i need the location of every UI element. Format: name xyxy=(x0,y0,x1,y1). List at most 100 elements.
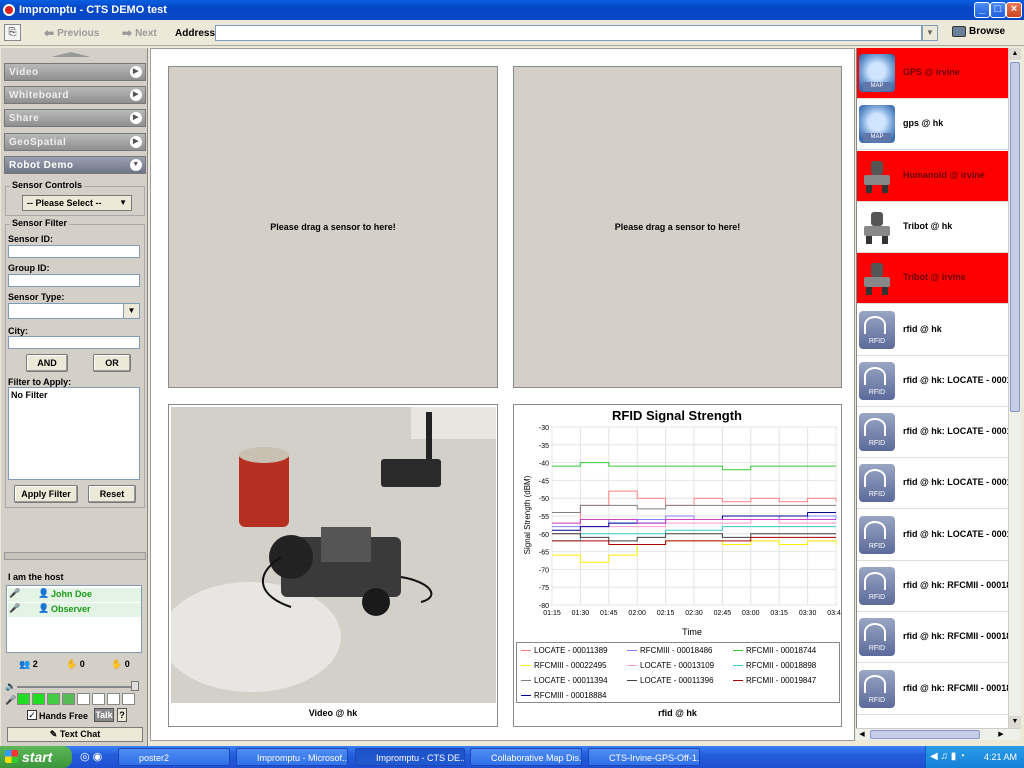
sensor-filter-legend: Sensor Filter xyxy=(10,218,70,228)
close-icon[interactable]: × xyxy=(1006,2,1022,18)
filter-to-apply-label: Filter to Apply: xyxy=(8,377,72,387)
scroll-thumb[interactable] xyxy=(1010,62,1020,412)
sensor-list-item[interactable]: RFID rfid @ hk: RFCMII - 000184 xyxy=(857,561,1008,612)
browse-button[interactable]: Browse xyxy=(952,26,1005,37)
sensor-type-select[interactable]: ▼ xyxy=(8,303,140,319)
sensor-drop-zone-2[interactable]: Please drag a sensor to here! xyxy=(513,66,842,388)
sensor-id-field[interactable] xyxy=(8,245,140,258)
legend-label: RFCMII - 00019847 xyxy=(746,676,817,685)
hscroll-thumb[interactable] xyxy=(870,730,980,739)
maximize-icon[interactable]: □ xyxy=(990,2,1006,18)
sensor-list-item[interactable]: RFID rfid @ hk: LOCATE - 00013 xyxy=(857,510,1008,561)
legend-swatch xyxy=(521,650,531,652)
legend-item: RFCMII - 00019847 xyxy=(733,676,816,685)
legend-swatch xyxy=(627,650,637,652)
previous-icon: ⬅ xyxy=(44,26,55,40)
speaker-icon: 🔈 xyxy=(5,681,17,691)
video-feed[interactable] xyxy=(171,407,496,703)
filter-textarea[interactable]: No Filter xyxy=(8,387,140,480)
participant-row[interactable]: 🎤 👤 John Doe xyxy=(8,588,141,602)
text-chat-button[interactable]: ✎ Text Chat xyxy=(7,727,143,742)
sensor-list-label: GPS @ irvine xyxy=(903,67,960,77)
chevron-right-icon: ▶ xyxy=(130,89,142,101)
hands-free-label: Hands Free xyxy=(39,711,89,721)
sensor-controls-group: Sensor Controls -- Please Select -- ▼ xyxy=(5,180,145,216)
drop-zone-message: Please drag a sensor to here! xyxy=(614,222,741,232)
sensor-list-item[interactable]: RFID rfid @ hk: LOCATE - 00011 xyxy=(857,407,1008,459)
start-label: start xyxy=(22,749,53,765)
level-meter xyxy=(17,693,135,705)
scroll-right-icon[interactable]: ▶ xyxy=(996,730,1006,740)
chevron-down-icon: ▼ xyxy=(130,159,142,171)
legend-item: RFCMII - 00018744 xyxy=(733,646,816,655)
collapse-handle[interactable] xyxy=(51,52,91,57)
splitter-handle[interactable] xyxy=(4,552,146,560)
group-id-field[interactable] xyxy=(8,274,140,287)
and-button[interactable]: AND xyxy=(26,354,68,372)
accordion-label: GeoSpatial xyxy=(9,137,67,148)
taskbar-item[interactable]: Impromptu - CTS DE... xyxy=(355,748,465,766)
tray-icons[interactable]: ◀ ♫ ▮ ◔ xyxy=(930,746,965,768)
sensor-drop-zone-1[interactable]: Please drag a sensor to here! xyxy=(168,66,498,388)
accordion-geospatial[interactable]: GeoSpatial ▶ xyxy=(4,133,146,151)
chart-legend: LOCATE - 00011389 RFCMIII - 00018486 RFCMI… xyxy=(516,642,840,703)
sensor-list-item[interactable]: MAP gps @ hk xyxy=(857,99,1008,151)
taskbar-item[interactable]: Impromptu - Microsof... xyxy=(236,748,348,766)
volume-slider[interactable] xyxy=(17,686,135,688)
quicklaunch-icon[interactable]: ◎ ◉ xyxy=(80,750,102,763)
sensor-select[interactable]: -- Please Select -- ▼ xyxy=(22,195,132,211)
accordion-robot-demo[interactable]: Robot Demo ▼ xyxy=(4,156,146,174)
accordion-video[interactable]: Video ▶ xyxy=(4,63,146,81)
toolbar: ⎘ ⬅ Previous ➡ Next Address: ▼ Browse xyxy=(0,20,1024,46)
scroll-up-icon[interactable]: ▲ xyxy=(1009,48,1021,60)
volume-thumb[interactable] xyxy=(131,681,139,691)
start-button[interactable]: start xyxy=(0,746,72,768)
participant-name: John Doe xyxy=(51,589,93,599)
title-bar: Impromptu - CTS DEMO test _ □ × xyxy=(0,0,1024,20)
participant-row[interactable]: 🎤 👤 Observer xyxy=(8,603,141,617)
sensor-list-label: rfid @ hk: RFCMII - 000188 xyxy=(903,682,1008,693)
accordion-share[interactable]: Share ▶ xyxy=(4,109,146,127)
taskbar: start ◎ ◉ poster2 Impromptu - Microsof...… xyxy=(0,746,1024,768)
sensor-list-item[interactable]: Tribot @ irvine xyxy=(857,253,1008,305)
hands-free-checkbox[interactable]: ✓ xyxy=(27,710,37,720)
address-input[interactable] xyxy=(215,25,922,41)
sensor-list-item[interactable]: RFID rfid @ hk xyxy=(857,305,1008,356)
x-tick-label: 03:15 xyxy=(770,610,788,617)
accordion-label: Share xyxy=(9,113,40,124)
chevron-down-icon[interactable]: ▼ xyxy=(922,25,938,41)
minimize-icon[interactable]: _ xyxy=(974,2,990,18)
city-field[interactable] xyxy=(8,336,140,349)
sensor-list-item[interactable]: RFID rfid @ hk: RFCMII - 000187 xyxy=(857,612,1008,664)
sensor-list-item[interactable]: Tribot @ hk xyxy=(857,202,1008,253)
taskbar-item[interactable]: CTS-Irvine-GPS-Off-1... xyxy=(588,748,700,766)
y-tick-label: -50 xyxy=(539,496,549,503)
apply-filter-button[interactable]: Apply Filter xyxy=(14,485,78,503)
sensor-list-item[interactable]: RFID rfid @ hk: LOCATE - 00011 xyxy=(857,356,1008,407)
or-button[interactable]: OR xyxy=(93,354,131,372)
vertical-scrollbar[interactable]: ▲ ▼ xyxy=(1008,48,1021,728)
accordion-whiteboard[interactable]: Whiteboard ▶ xyxy=(4,86,146,104)
rfid-icon: RFID xyxy=(859,515,895,554)
taskbar-item[interactable]: Collaborative Map Dis... xyxy=(470,748,582,766)
taskbar-item[interactable]: poster2 xyxy=(118,748,230,766)
sensor-list-item[interactable]: MAP GPS @ irvine xyxy=(857,48,1008,99)
scroll-down-icon[interactable]: ▼ xyxy=(1009,716,1021,728)
sensor-list-item[interactable]: RFID rfid @ hk: RFCMII - 000188 xyxy=(857,664,1008,715)
next-button[interactable]: ➡ Next xyxy=(122,24,157,42)
drop-zone-message: Please drag a sensor to here! xyxy=(270,222,396,232)
sensor-list-item[interactable]: Humanoid @ irvine xyxy=(857,150,1008,202)
previous-button[interactable]: ⬅ Previous xyxy=(44,24,99,42)
scroll-left-icon[interactable]: ◀ xyxy=(857,730,867,740)
horizontal-scrollbar[interactable]: ◀ ▶ xyxy=(856,728,1020,740)
reset-button[interactable]: Reset xyxy=(88,485,136,503)
page-icon[interactable]: ⎘ xyxy=(4,24,21,41)
sensor-list-item[interactable]: RFID rfid @ hk: LOCATE - 00011 xyxy=(857,458,1008,510)
talk-button[interactable]: Talk xyxy=(94,708,114,722)
y-tick-label: -65 xyxy=(539,550,549,557)
rfid-icon: RFID xyxy=(859,567,895,605)
count-yellow: ✋ 0 xyxy=(111,659,130,670)
help-button[interactable]: ? xyxy=(117,708,127,722)
x-tick-label: 02:00 xyxy=(628,610,646,617)
sensor-controls-legend: Sensor Controls xyxy=(10,180,85,190)
